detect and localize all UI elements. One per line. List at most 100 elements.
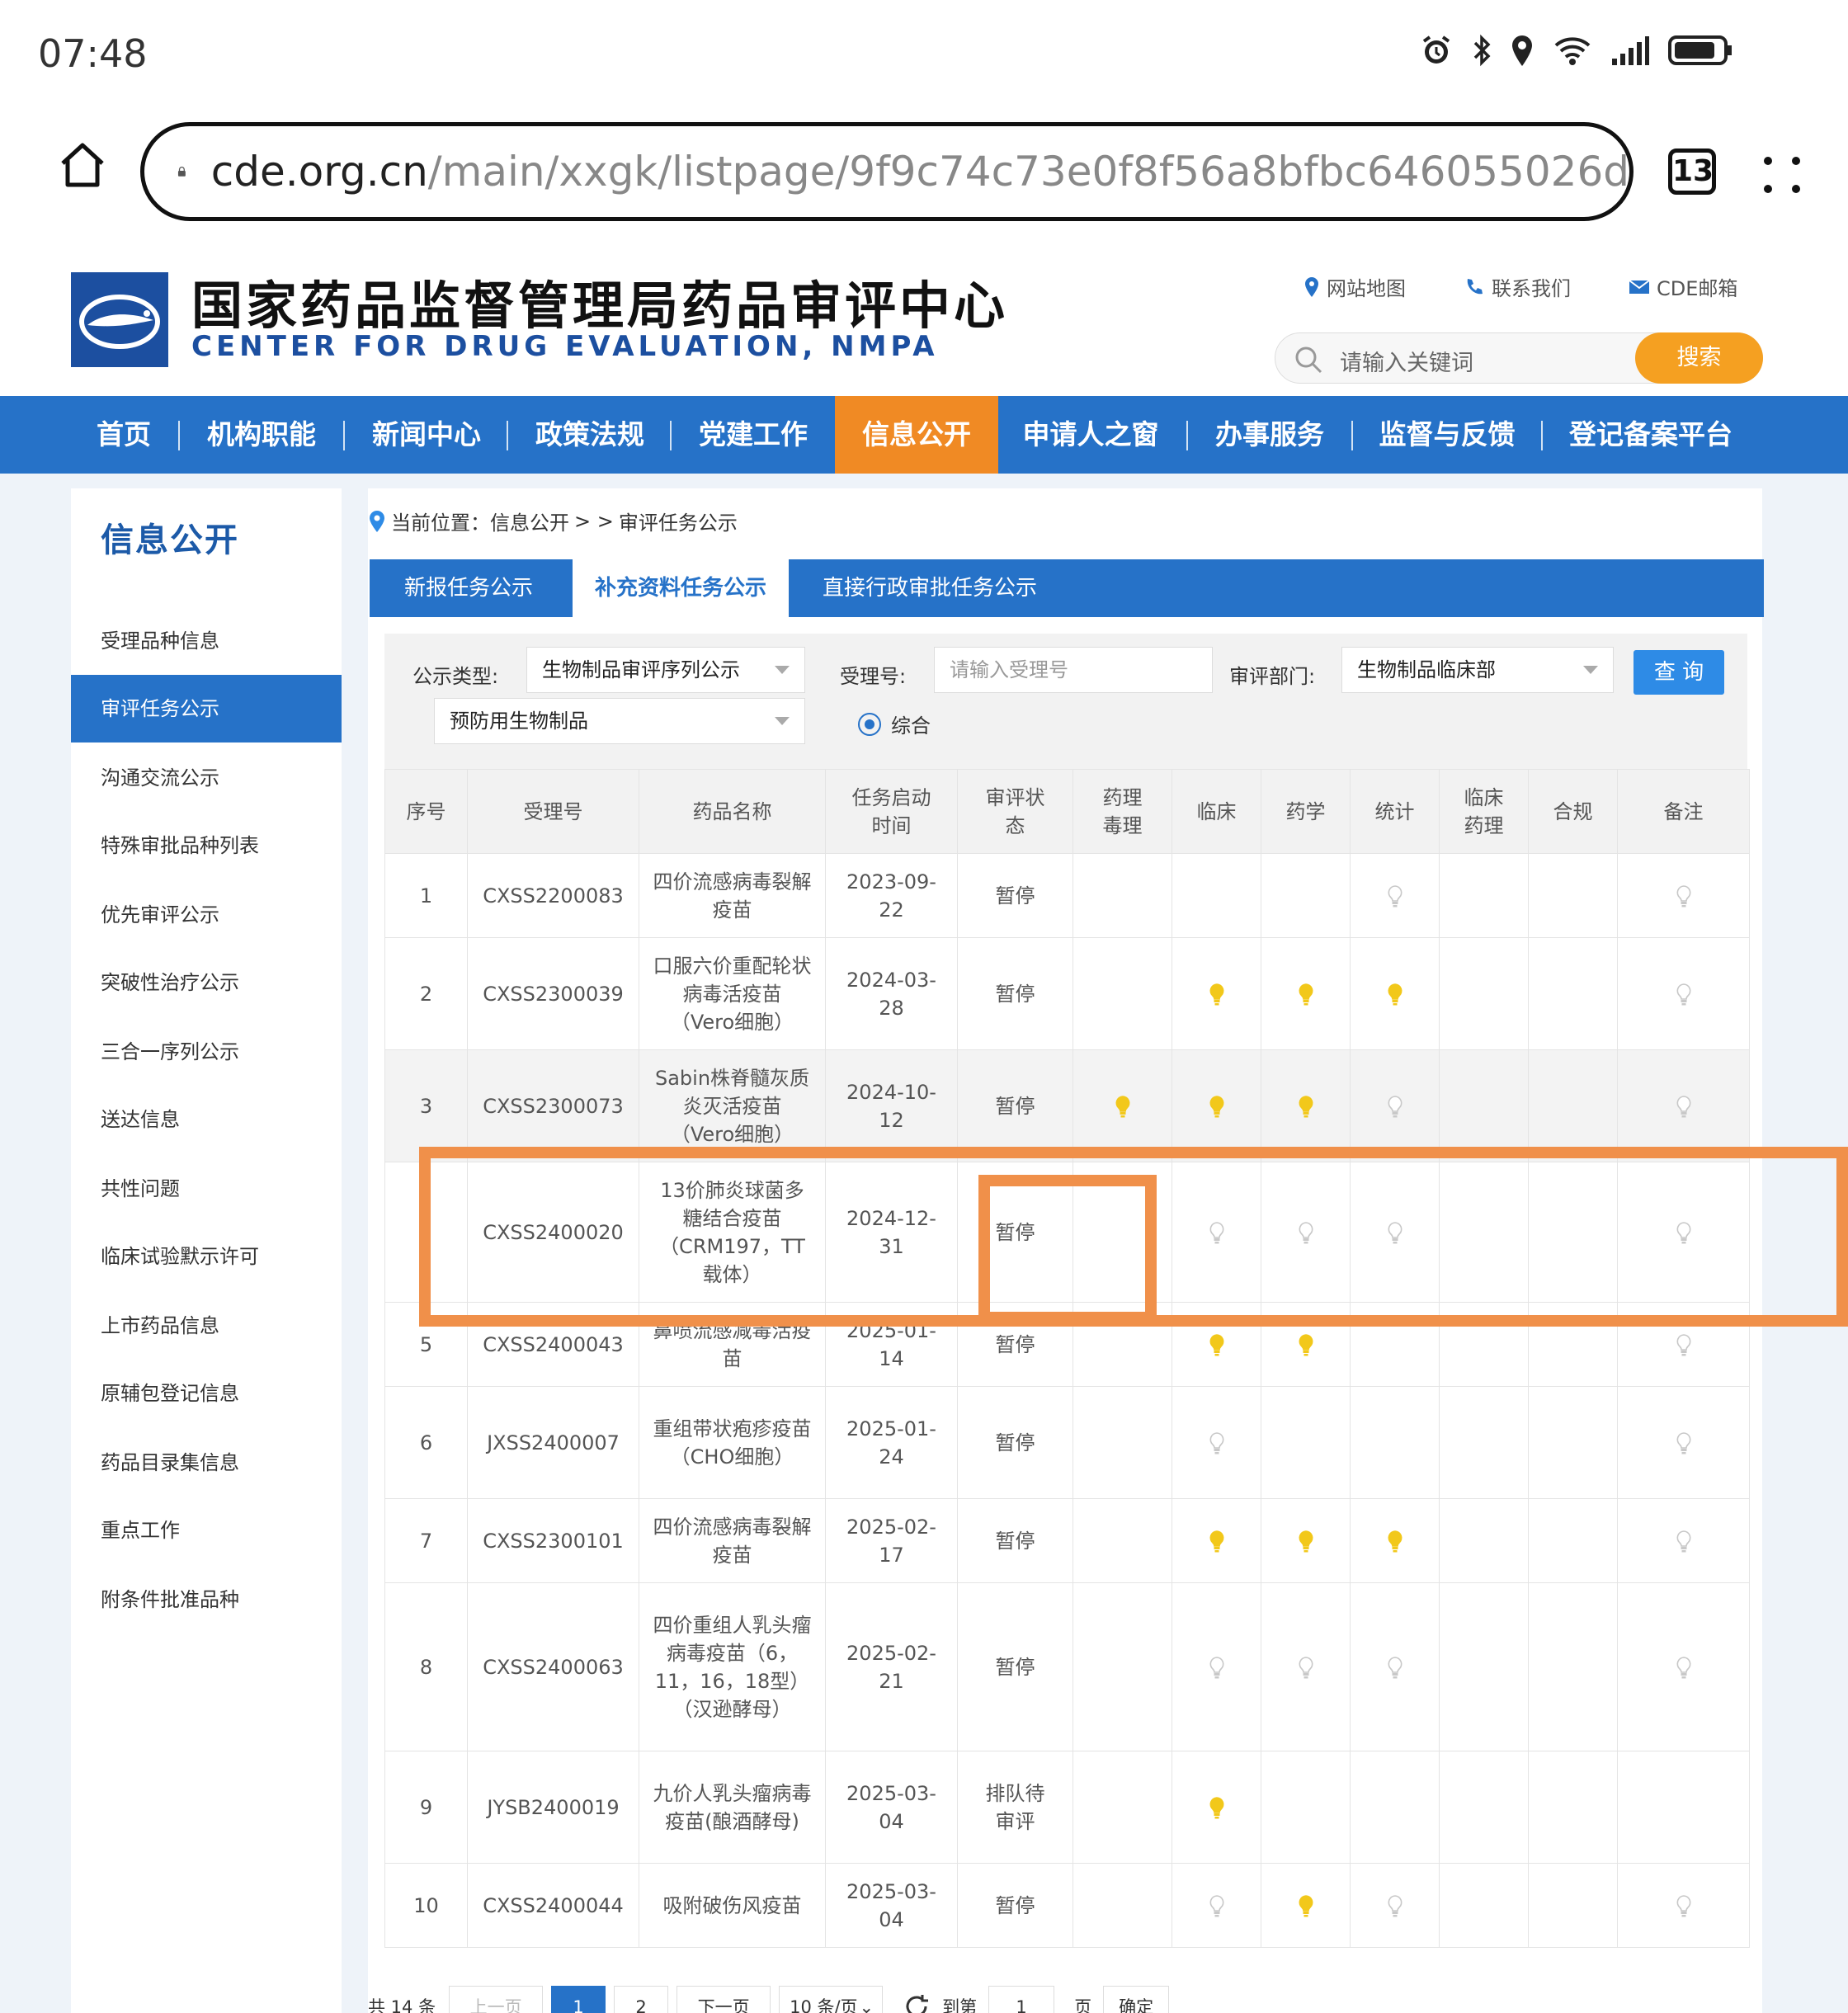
department-select[interactable]: 生物制品临床部: [1341, 647, 1614, 693]
table-row[interactable]: 7 CXSS2300101 四价流感病毒裂解疫苗 2025-02- 17 暂停: [384, 1498, 1750, 1583]
home-button[interactable]: [58, 140, 107, 193]
cell-discipline-status: [1439, 1049, 1529, 1162]
url-host: cde.org.cn: [210, 148, 428, 196]
comprehensive-radio[interactable]: 综合: [858, 710, 931, 738]
nav-registration[interactable]: 登记备案平台: [1554, 396, 1747, 474]
nav-party[interactable]: 党建工作: [683, 396, 823, 474]
sitemap-link[interactable]: 网站地图: [1304, 272, 1406, 301]
sidebar-item[interactable]: 药品目录集信息: [71, 1429, 342, 1497]
lightbulb-on-icon: [1387, 1530, 1402, 1552]
type-select[interactable]: 生物制品审评序列公示: [526, 647, 805, 693]
department-label: 审评部门:: [1229, 665, 1316, 688]
cell-drug-name: Sabin株脊髓灰质炎灭活疫苗（Vero细胞）: [639, 1049, 826, 1162]
cell-discipline-status: [1528, 1751, 1618, 1864]
page-unit-label: 页: [1074, 1997, 1092, 2013]
lightbulb-off-icon: [1298, 1221, 1313, 1243]
nav-home[interactable]: 首页: [82, 396, 165, 474]
sidebar-item[interactable]: 原辅包登记信息: [71, 1360, 342, 1427]
page-2-button[interactable]: 2: [614, 1986, 669, 2013]
cell-discipline-status: [1172, 1302, 1261, 1387]
refresh-icon[interactable]: [903, 1992, 931, 2013]
lightbulb-off-icon: [1676, 1095, 1691, 1117]
table-row[interactable]: 8 CXSS2400063 四价重组人乳头瘤病毒疫苗（6，11，16，18型）（汉逊…: [384, 1582, 1750, 1751]
home-icon: [61, 143, 104, 187]
sidebar-item[interactable]: 临床试验默示许可: [71, 1223, 342, 1290]
cell-discipline-status: [1261, 1302, 1351, 1387]
cell-acceptance-no: CXSS2400044: [467, 1863, 639, 1948]
cell-discipline-status: [1439, 1386, 1529, 1499]
sidebar-item[interactable]: 附条件批准品种: [71, 1566, 342, 1634]
column-header: 序号: [384, 769, 468, 854]
sidebar-item[interactable]: 三合一序列公示: [71, 1018, 342, 1086]
table-row[interactable]: 9 JYSB2400019 九价人乳头瘤病毒疫苗(酿酒酵母) 2025-03- 04 排队…: [384, 1751, 1750, 1864]
cell-seq: 2: [384, 937, 468, 1050]
cell-seq: 1: [384, 853, 468, 938]
sidebar-item[interactable]: 送达信息: [71, 1086, 342, 1153]
table-row[interactable]: 1 CXSS2200083 四价流感病毒裂解疫苗 2023-09- 22 暂停: [384, 853, 1750, 938]
prev-page-button[interactable]: 上一页: [449, 1986, 544, 2013]
lightbulb-on-icon: [1209, 1095, 1224, 1117]
cell-acceptance-no: CXSS2200083: [467, 853, 639, 938]
per-page-select[interactable]: 10 条/页 ⌄: [779, 1986, 884, 2013]
status-bar: 07:48: [0, 0, 1848, 107]
table-row[interactable]: 5 CXSS2400043 鼻喷流感减毒活疫苗 2025-01- 14 暂停: [384, 1302, 1750, 1387]
page-1-button[interactable]: 1: [551, 1986, 606, 2013]
cell-acceptance-no: CXSS2300073: [467, 1049, 639, 1162]
search-button[interactable]: 搜索: [1635, 332, 1763, 384]
cell-discipline-status: [1439, 1162, 1529, 1303]
table-row[interactable]: 2 CXSS2300039 口服六价重配轮状病毒活疫苗（Vero细胞） 2024-03…: [384, 937, 1750, 1050]
subtype-select[interactable]: 预防用生物制品: [434, 698, 805, 744]
sidebar-item[interactable]: 优先审评公示: [71, 881, 342, 949]
cell-discipline-status: [1350, 1162, 1440, 1303]
nav-policy[interactable]: 政策法规: [520, 396, 660, 474]
goto-confirm-button[interactable]: 确定: [1103, 1986, 1170, 2013]
cell-discipline-status: [1261, 1498, 1351, 1583]
nav-institution[interactable]: 机构职能: [191, 396, 332, 474]
tab-direct-approval-tasks[interactable]: 直接行政审批任务公示: [794, 559, 1066, 617]
nav-news[interactable]: 新闻中心: [356, 396, 497, 474]
chevron-down-icon: ⌄: [859, 1997, 874, 2013]
sidebar-item[interactable]: 特殊审批品种列表: [71, 812, 342, 879]
next-page-button[interactable]: 下一页: [676, 1986, 771, 2013]
query-button[interactable]: 查 询: [1634, 650, 1724, 695]
cell-seq: 5: [384, 1302, 468, 1387]
lightbulb-on-icon: [1209, 983, 1224, 1005]
cell-discipline-status: [1617, 1498, 1750, 1583]
cell-drug-name: 重组带状疱疹疫苗（CHO细胞）: [639, 1386, 826, 1499]
table-row[interactable]: CXSS2400020 13价肺炎球菌多糖结合疫苗（CRM197，TT载体） 202…: [384, 1162, 1750, 1303]
pagination: 共 14 条 上一页 1 2 下一页 10 条/页 ⌄ 到第 1 页 确定: [368, 1986, 1177, 2013]
breadcrumb-prefix[interactable]: 当前位置：信息公开: [391, 507, 569, 535]
address-bar[interactable]: cde.org.cn/main/xxgk/listpage/9f9c74c73e…: [140, 122, 1634, 221]
sidebar-item[interactable]: 共性问题: [71, 1155, 342, 1223]
acceptance-no-input[interactable]: 请输入受理号: [934, 647, 1213, 693]
tab-count-button[interactable]: 13: [1668, 148, 1716, 195]
table-row[interactable]: 10 CXSS2400044 吸附破伤风疫苗 2025-03- 04 暂停: [384, 1863, 1750, 1948]
sidebar-item[interactable]: 突破性治疗公示: [71, 949, 342, 1016]
sidebar-item[interactable]: 审评任务公示: [71, 675, 342, 742]
tab-new-tasks[interactable]: 新报任务公示: [370, 559, 568, 617]
cde-logo[interactable]: [71, 272, 168, 367]
sidebar-item[interactable]: 上市药品信息: [71, 1292, 342, 1360]
goto-page-input[interactable]: 1: [988, 1986, 1055, 2013]
email-link[interactable]: CDE邮箱: [1629, 272, 1737, 301]
contact-link[interactable]: 联系我们: [1464, 272, 1571, 301]
subtype-select-value: 预防用生物制品: [450, 710, 588, 733]
sidebar-item[interactable]: 重点工作: [71, 1497, 342, 1564]
cell-discipline-status: [1172, 1386, 1261, 1499]
nav-supervision[interactable]: 监督与反馈: [1365, 396, 1530, 474]
nav-services[interactable]: 办事服务: [1200, 396, 1340, 474]
cell-discipline-status: [1261, 1582, 1351, 1751]
overflow-menu-icon[interactable]: [1757, 150, 1807, 200]
sidebar-item[interactable]: 沟通交流公示: [71, 744, 342, 812]
column-header: 备注: [1617, 769, 1750, 854]
table-row[interactable]: 6 JXSS2400007 重组带状疱疹疫苗（CHO细胞） 2025-01- 24 暂停: [384, 1386, 1750, 1499]
table-row[interactable]: 3 CXSS2300073 Sabin株脊髓灰质炎灭活疫苗（Vero细胞） 2024-…: [384, 1049, 1750, 1162]
sidebar-item[interactable]: 受理品种信息: [71, 607, 342, 675]
column-header: 统计: [1350, 769, 1440, 854]
nav-info-disclosure[interactable]: 信息公开: [835, 396, 998, 474]
cell-discipline-status: [1528, 1049, 1618, 1162]
cell-start-date: 2023-09- 22: [825, 853, 958, 938]
nav-applicant[interactable]: 申请人之窗: [1008, 396, 1173, 474]
tab-supplement-tasks[interactable]: 补充资料任务公示: [573, 559, 789, 617]
cell-discipline-status: [1261, 1049, 1351, 1162]
